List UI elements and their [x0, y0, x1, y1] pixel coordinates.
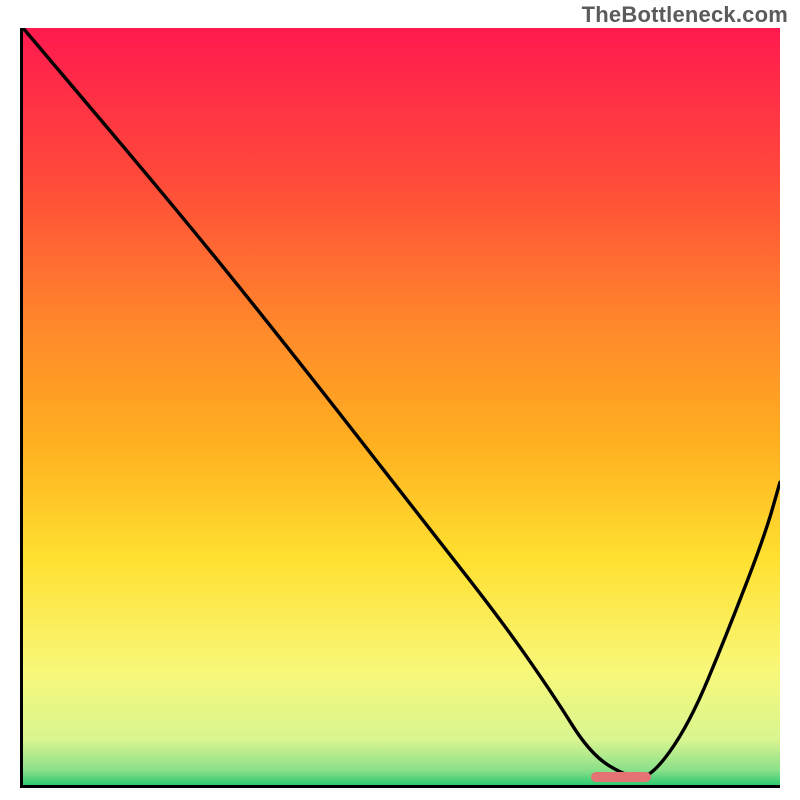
gradient-band	[23, 179, 780, 331]
gradient-band	[23, 740, 780, 771]
gradient-band	[23, 444, 780, 558]
gradient-band	[23, 331, 780, 445]
chart-plot-area	[20, 28, 780, 788]
gradient-band	[23, 558, 780, 672]
gradient-band	[23, 770, 780, 786]
optimum-marker	[591, 772, 652, 782]
gradient-band	[23, 671, 780, 740]
gradient-band	[23, 28, 780, 180]
watermark-text: TheBottleneck.com	[582, 2, 788, 28]
